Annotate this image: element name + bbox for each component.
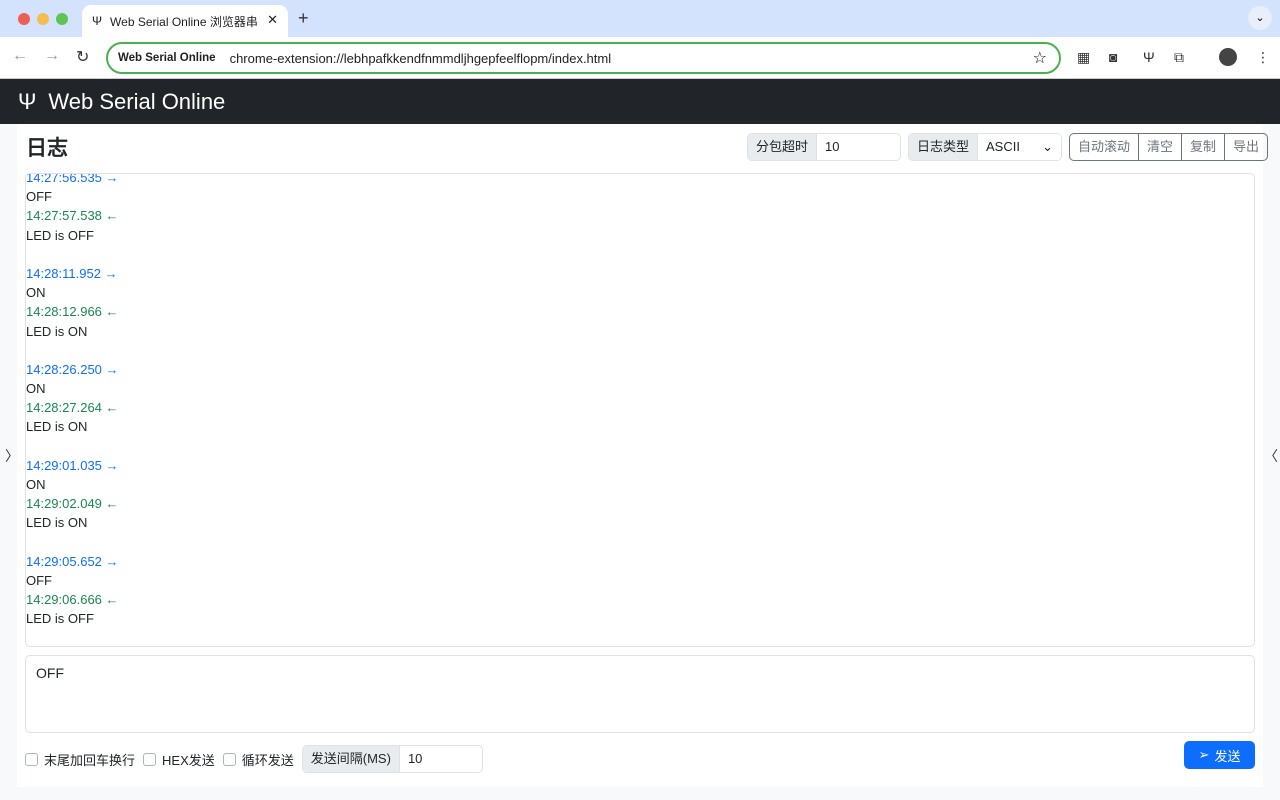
loop-send-checkbox[interactable] xyxy=(222,752,236,766)
loop-send-label: 循环发送 xyxy=(241,752,294,768)
log-message: LED is OFF xyxy=(26,227,94,243)
log-received-timestamp: 14:29:02.049 ← xyxy=(26,496,119,512)
log-message xyxy=(26,245,119,264)
extensions-puzzle-icon[interactable]: ⧉ xyxy=(1174,49,1184,66)
log-type-value: ASCII xyxy=(986,139,1020,154)
log-message: ON xyxy=(26,381,46,397)
crlf-checkbox[interactable] xyxy=(25,752,38,766)
profile-avatar[interactable] xyxy=(1219,48,1237,66)
reload-icon[interactable]: ↻ xyxy=(76,47,89,67)
browser-toolbar: ← → ↻ Web Serial Online chrome-extension… xyxy=(0,37,1280,79)
chevron-down-icon: ⌄ xyxy=(1042,139,1053,154)
forward-icon[interactable]: → xyxy=(44,47,60,65)
log-button-group: 自动滚动 清空 复制 导出 xyxy=(1069,133,1269,161)
bookmark-star-icon[interactable]: ☆ xyxy=(1033,48,1047,68)
usb-icon[interactable]: Ψ xyxy=(1143,49,1155,65)
extension-chip[interactable]: Web Serial Online xyxy=(118,52,216,64)
log-message: LED is ON xyxy=(26,515,88,531)
expand-right-sidebar-icon[interactable]: 〈 xyxy=(1264,446,1278,466)
log-received-timestamp: 14:27:57.538 ← xyxy=(26,208,119,224)
send-options: 末尾加回车换行 HEX发送 循环发送 发送间隔(MS) 10 xyxy=(25,745,483,773)
new-tab-button[interactable]: + xyxy=(298,8,309,29)
app-header: Ψ Web Serial Online xyxy=(0,79,1280,124)
maximize-window-button[interactable] xyxy=(56,13,68,25)
export-button[interactable]: 导出 xyxy=(1224,134,1267,160)
log-message: ON xyxy=(26,285,46,301)
log-received-timestamp: 14:28:12.966 ← xyxy=(26,304,119,320)
log-heading: 日志 xyxy=(26,137,68,160)
log-sent-timestamp: 14:28:11.952 → xyxy=(26,265,118,281)
log-sent-timestamp: 14:29:01.035 → xyxy=(26,457,119,473)
hex-send-checkbox[interactable] xyxy=(143,752,157,766)
tab-search-button[interactable]: ⌄ xyxy=(1248,6,1272,30)
minimize-window-button[interactable] xyxy=(37,13,49,25)
log-output[interactable]: 14:27:56.535 → OFF 14:27:57.538 ← LED is OF… xyxy=(25,173,1255,647)
address-bar[interactable]: Web Serial Online chrome-extension://leb… xyxy=(106,42,1061,74)
send-button[interactable]: ➢ 发送 xyxy=(1184,741,1255,769)
send-interval-input[interactable]: 10 xyxy=(399,746,431,772)
usb-icon: Ψ xyxy=(92,14,103,28)
log-type-group: 日志类型 ASCII ⌄ xyxy=(908,133,1062,161)
log-message: OFF xyxy=(26,189,52,205)
log-message: LED is ON xyxy=(26,323,88,339)
app-title: Web Serial Online xyxy=(48,88,226,114)
log-message: LED is ON xyxy=(26,419,88,435)
send-interval-label: 发送间隔(MS) xyxy=(302,746,400,772)
tab-strip: Ψ Web Serial Online 浏览器串 ✕ + ⌄ xyxy=(0,0,1280,37)
crlf-label: 末尾加回车换行 xyxy=(44,752,136,768)
log-message: OFF xyxy=(26,572,52,588)
qr-code-icon[interactable]: ▦ xyxy=(1077,49,1090,66)
packet-timeout-group: 分包超时 10 xyxy=(747,133,901,161)
hex-send-label: HEX发送 xyxy=(162,752,215,768)
log-message xyxy=(26,341,119,360)
log-type-select[interactable]: ASCII ⌄ xyxy=(978,134,1061,160)
log-message: ON xyxy=(26,477,46,492)
log-message xyxy=(26,437,119,456)
log-received-timestamp: 14:29:06.666 ← xyxy=(26,592,119,608)
log-message: LED is OFF xyxy=(26,611,94,627)
url-text[interactable]: chrome-extension://lebhpafkkendfnmmdljhg… xyxy=(230,51,612,66)
main-area: 〉 〈 日志 分包超时 10 日志类型 ASCII ⌄ 自动滚动 清空 复制 导出… xyxy=(0,124,1280,800)
log-sent-timestamp: 14:27:56.535 → xyxy=(26,173,119,185)
extension-icon[interactable]: ◙ xyxy=(1109,49,1117,65)
send-interval-group: 发送间隔(MS) 10 xyxy=(301,745,483,773)
menu-icon[interactable]: ⋮ xyxy=(1256,49,1270,66)
browser-tab[interactable]: Ψ Web Serial Online 浏览器串 ✕ xyxy=(82,5,288,37)
log-message xyxy=(26,533,119,552)
usb-logo-icon: Ψ xyxy=(18,88,37,114)
log-received-timestamp: 14:28:27.264 ← xyxy=(26,400,119,416)
paper-plane-icon: ➢ xyxy=(1198,747,1210,762)
close-tab-icon[interactable]: ✕ xyxy=(267,12,278,28)
send-textarea[interactable]: OFF xyxy=(25,655,1255,733)
log-sent-timestamp: 14:29:05.652 → xyxy=(26,553,119,569)
packet-timeout-input[interactable]: 10 xyxy=(817,134,848,160)
clear-button[interactable]: 清空 xyxy=(1138,134,1181,160)
log-type-label: 日志类型 xyxy=(909,134,979,160)
copy-button[interactable]: 复制 xyxy=(1181,134,1224,160)
send-label: 发送 xyxy=(1214,748,1241,764)
close-window-button[interactable] xyxy=(18,13,30,25)
packet-timeout-label: 分包超时 xyxy=(748,134,818,160)
log-sent-timestamp: 14:28:26.250 → xyxy=(26,361,119,377)
back-icon[interactable]: ← xyxy=(12,47,28,65)
auto-scroll-button[interactable]: 自动滚动 xyxy=(1070,134,1138,160)
tab-title: Web Serial Online 浏览器串 xyxy=(110,14,258,29)
